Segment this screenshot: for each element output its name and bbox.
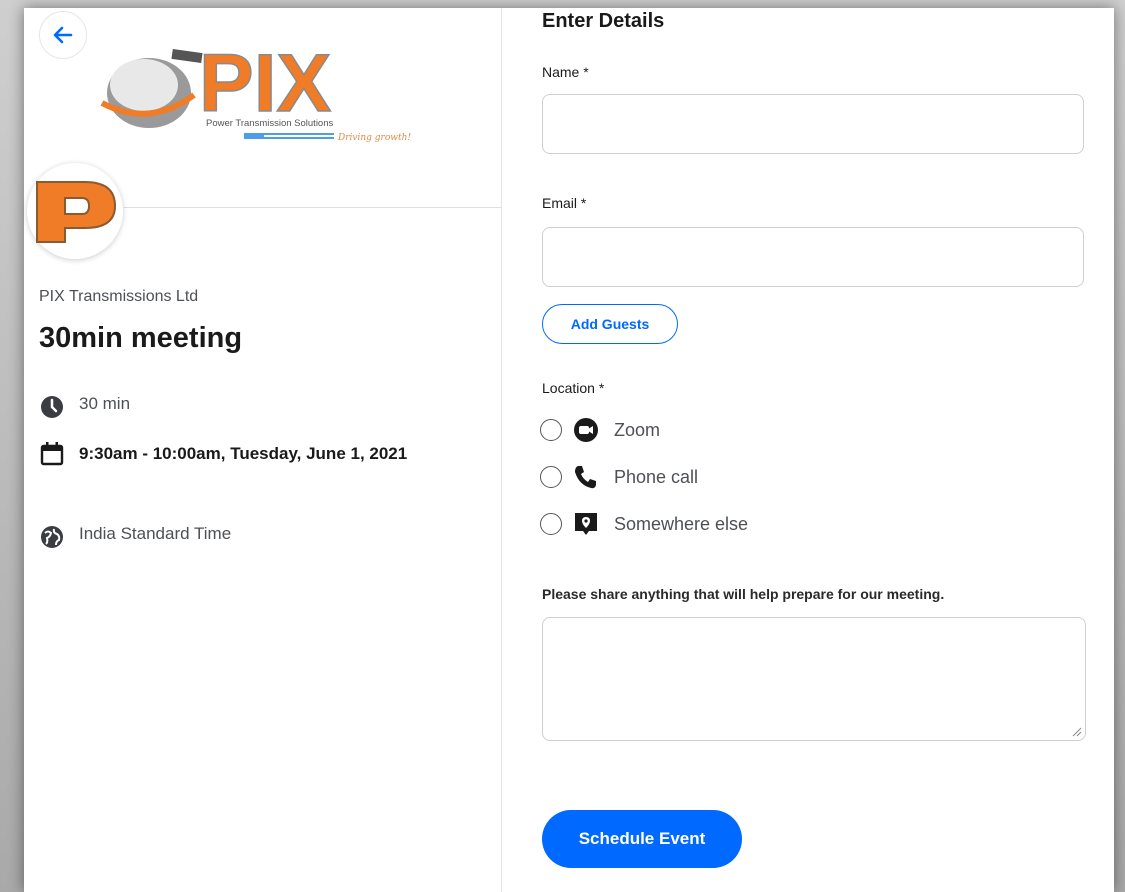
resize-handle-icon[interactable]	[1070, 725, 1082, 737]
form-heading: Enter Details	[542, 10, 665, 32]
add-guests-button[interactable]: Add Guests	[542, 304, 678, 344]
arrow-left-icon	[53, 26, 73, 44]
phone-radio[interactable]	[540, 466, 562, 488]
somewhere-else-label: Somewhere else	[614, 513, 749, 534]
notes-label: Please share anything that will help pre…	[542, 586, 945, 602]
zoom-label: Zoom	[614, 419, 661, 440]
email-field[interactable]	[542, 227, 1084, 287]
back-button[interactable]	[39, 11, 87, 59]
booking-card: PIX Power Transmission Solutions Driving…	[24, 8, 1114, 892]
event-title: 30min meeting	[39, 322, 243, 354]
location-label: Location *	[542, 380, 605, 396]
details-form: Enter Details Name * Email * Add Guests …	[502, 8, 1114, 892]
somewhere-else-radio[interactable]	[540, 513, 562, 535]
name-label: Name *	[542, 64, 589, 80]
timezone-text: India Standard Time	[79, 524, 232, 543]
avatar-letter-p	[36, 181, 117, 243]
globe-icon	[41, 526, 63, 548]
divider	[124, 207, 501, 208]
name-field[interactable]	[542, 94, 1084, 154]
duration-text: 30 min	[79, 394, 131, 413]
timezone-row: India Standard Time	[39, 524, 231, 550]
duration-row: 30 min	[39, 394, 130, 420]
schedule-event-button[interactable]: Schedule Event	[542, 810, 742, 868]
logo-slogan: Driving growth!	[337, 133, 411, 143]
screenshot-frame: PIX Power Transmission Solutions Driving…	[0, 0, 1125, 892]
notes-textarea[interactable]	[542, 617, 1086, 741]
phone-icon	[575, 466, 596, 489]
logo-text: PIX	[199, 38, 331, 129]
phone-label: Phone call	[614, 466, 699, 487]
event-info-panel: PIX Power Transmission Solutions Driving…	[24, 8, 502, 892]
organizer-name: PIX Transmissions Ltd	[39, 288, 199, 305]
zoom-icon	[574, 418, 598, 442]
company-logo: PIX Power Transmission Solutions Driving…	[100, 37, 411, 143]
datetime-text: 9:30am - 10:00am, Tuesday, June 1, 2021	[79, 444, 408, 463]
clock-icon	[41, 396, 63, 418]
location-option-phone[interactable]: Phone call	[540, 463, 698, 491]
zoom-radio[interactable]	[540, 419, 562, 441]
calendar-icon	[40, 442, 64, 466]
location-option-else[interactable]: Somewhere else	[540, 510, 748, 538]
logo-tagline: Power Transmission Solutions	[206, 118, 333, 129]
location-pin-icon	[575, 513, 597, 535]
datetime-row: 9:30am - 10:00am, Tuesday, June 1, 2021	[39, 438, 439, 470]
avatar	[27, 163, 123, 259]
location-option-zoom[interactable]: Zoom	[540, 416, 660, 444]
email-label: Email *	[542, 195, 587, 211]
